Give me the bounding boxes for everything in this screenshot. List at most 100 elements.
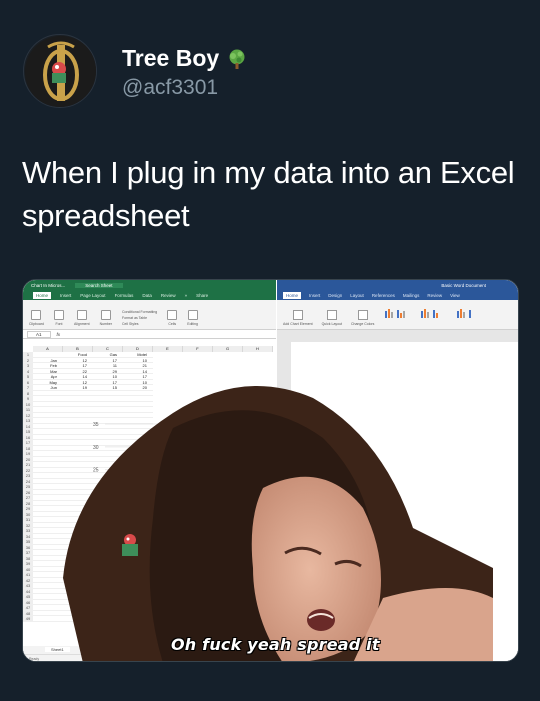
row-number[interactable]: 33: [23, 528, 33, 533]
row-number[interactable]: 2: [23, 357, 33, 362]
row-number[interactable]: 14: [23, 423, 33, 428]
row-number[interactable]: 17: [23, 440, 33, 445]
alignment-icon[interactable]: [76, 310, 87, 320]
row-number[interactable]: 35: [23, 539, 33, 544]
spreadsheet-cell[interactable]: 10: [123, 358, 153, 363]
spreadsheet-cell[interactable]: Gas: [93, 352, 123, 357]
row-number[interactable]: 29: [23, 506, 33, 511]
chart-style-thumb-icon[interactable]: [455, 308, 485, 318]
row-number[interactable]: 22: [23, 467, 33, 472]
row-number[interactable]: 24: [23, 478, 33, 483]
percent-icon[interactable]: [100, 310, 111, 320]
spreadsheet-cell[interactable]: 21: [123, 363, 153, 368]
row-number[interactable]: 38: [23, 555, 33, 560]
row-number[interactable]: 48: [23, 610, 33, 615]
row-number[interactable]: 27: [23, 495, 33, 500]
row-number[interactable]: 43: [23, 583, 33, 588]
word-tab[interactable]: Review: [427, 293, 442, 298]
ribbon-label[interactable]: Cell Styles: [122, 322, 139, 326]
column-header[interactable]: H: [243, 346, 273, 352]
chart-style-thumb-icon[interactable]: [419, 308, 449, 318]
chart-style-thumb-icon[interactable]: [383, 308, 413, 318]
chart-styles-gallery[interactable]: [383, 308, 485, 318]
row-number[interactable]: 3: [23, 363, 33, 368]
display-name-text[interactable]: Tree Boy: [122, 45, 219, 72]
row-number[interactable]: 15: [23, 429, 33, 434]
row-number[interactable]: 26: [23, 489, 33, 494]
row-number[interactable]: 49: [23, 616, 33, 621]
excel-tab[interactable]: Data: [142, 293, 152, 298]
row-number[interactable]: 30: [23, 511, 33, 516]
fx-icon[interactable]: fx: [57, 332, 61, 337]
row-number[interactable]: 21: [23, 462, 33, 467]
spreadsheet-cell[interactable]: 17: [63, 363, 93, 368]
row-number[interactable]: 12: [23, 412, 33, 417]
word-tab[interactable]: Home: [283, 291, 302, 299]
spreadsheet-cell[interactable]: Motel: [123, 352, 153, 357]
excel-search[interactable]: Search Sheet: [75, 282, 123, 288]
row-number[interactable]: 1: [23, 352, 33, 357]
add-chart-element-icon[interactable]: [292, 310, 303, 320]
row-number[interactable]: 32: [23, 522, 33, 527]
row-number[interactable]: 8: [23, 390, 33, 395]
row-number[interactable]: 31: [23, 517, 33, 522]
handle[interactable]: @acf3301: [122, 76, 218, 100]
excel-tab[interactable]: Insert: [60, 293, 71, 298]
row-number[interactable]: 5: [23, 374, 33, 379]
row-number[interactable]: 6: [23, 379, 33, 384]
row-number[interactable]: 16: [23, 434, 33, 439]
excel-share[interactable]: Share: [196, 293, 208, 298]
row-number[interactable]: 13: [23, 418, 33, 423]
name-box[interactable]: A1: [27, 330, 51, 338]
excel-tab[interactable]: Page Layout: [80, 293, 105, 298]
font-icon[interactable]: [53, 310, 64, 320]
excel-tab[interactable]: »: [185, 293, 188, 298]
row-number[interactable]: 4: [23, 368, 33, 373]
row-number[interactable]: 40: [23, 566, 33, 571]
row-number[interactable]: 39: [23, 561, 33, 566]
word-tab[interactable]: References: [372, 293, 395, 298]
column-header[interactable]: G: [213, 346, 243, 352]
word-tab[interactable]: View: [450, 293, 460, 298]
word-tab[interactable]: Mailings: [403, 293, 420, 298]
column-header[interactable]: E: [153, 346, 183, 352]
avatar[interactable]: [23, 34, 97, 108]
spreadsheet-cell[interactable]: [33, 352, 63, 357]
spreadsheet-cell[interactable]: Jan: [33, 358, 63, 363]
row-number[interactable]: 11: [23, 407, 33, 412]
clipboard-icon[interactable]: [31, 310, 42, 320]
row-number[interactable]: 7: [23, 385, 33, 390]
ribbon-label[interactable]: Conditional Formatting: [122, 310, 157, 314]
excel-tab[interactable]: Formulas: [115, 293, 134, 298]
row-number[interactable]: 47: [23, 605, 33, 610]
row-number[interactable]: 37: [23, 550, 33, 555]
row-number[interactable]: 18: [23, 445, 33, 450]
row-number[interactable]: 28: [23, 500, 33, 505]
row-number[interactable]: 34: [23, 533, 33, 538]
row-number[interactable]: 23: [23, 473, 33, 478]
row-number[interactable]: 20: [23, 456, 33, 461]
row-number[interactable]: 45: [23, 594, 33, 599]
spreadsheet-cell[interactable]: 11: [93, 363, 123, 368]
excel-tab[interactable]: Home: [33, 291, 52, 299]
column-header[interactable]: F: [183, 346, 213, 352]
spreadsheet-cell[interactable]: 17: [93, 358, 123, 363]
search-icon[interactable]: [187, 310, 198, 320]
word-tab[interactable]: Design: [328, 293, 342, 298]
spreadsheet-cell[interactable]: 12: [63, 358, 93, 363]
row-number[interactable]: 19: [23, 451, 33, 456]
row-number[interactable]: 10: [23, 401, 33, 406]
row-number[interactable]: 9: [23, 396, 33, 401]
excel-tab[interactable]: Review: [161, 293, 176, 298]
row-number[interactable]: 41: [23, 572, 33, 577]
row-number[interactable]: 42: [23, 577, 33, 582]
quick-layout-icon[interactable]: [326, 310, 337, 320]
row-number[interactable]: 36: [23, 544, 33, 549]
row-number[interactable]: 46: [23, 599, 33, 604]
cells-icon[interactable]: [167, 310, 178, 320]
word-tab[interactable]: Insert: [309, 293, 320, 298]
display-name[interactable]: Tree Boy: [122, 45, 248, 72]
spreadsheet-cell[interactable]: Feb: [33, 363, 63, 368]
row-number[interactable]: 44: [23, 588, 33, 593]
ribbon-label[interactable]: Format as Table: [122, 316, 147, 320]
